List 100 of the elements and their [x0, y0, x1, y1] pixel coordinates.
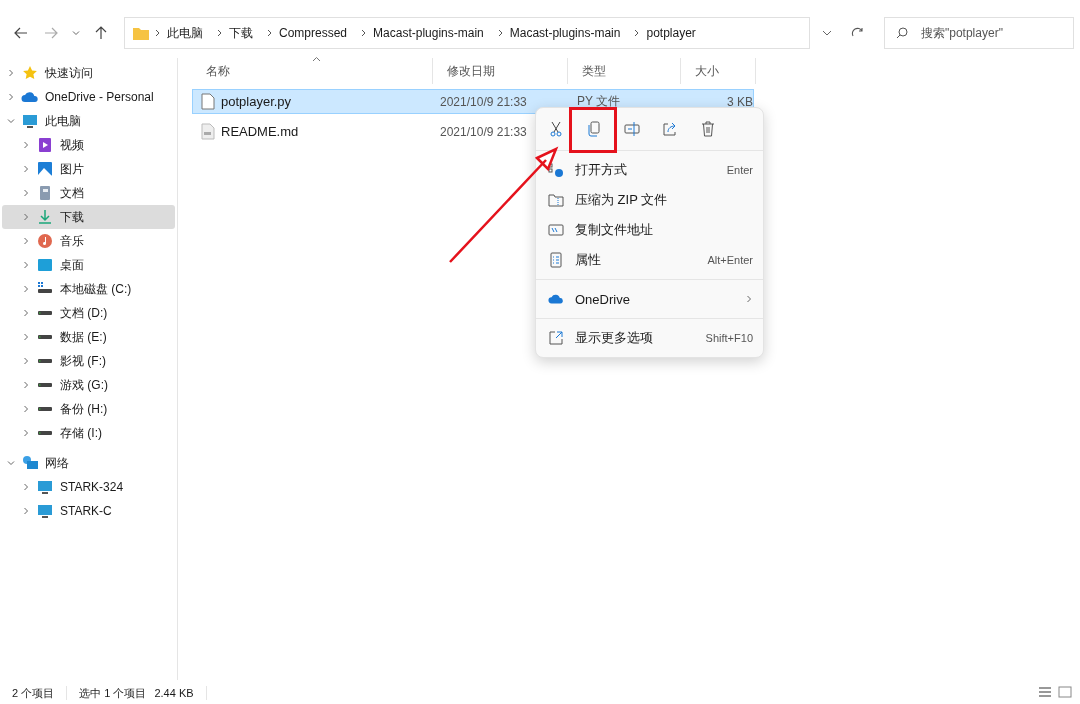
- chevron-right-icon[interactable]: [22, 309, 30, 317]
- sidebar-item[interactable]: 图片: [2, 157, 175, 181]
- chevron-right-icon[interactable]: [22, 381, 30, 389]
- search-icon: [896, 27, 908, 39]
- video-icon: [37, 137, 53, 153]
- sidebar-item[interactable]: 视频: [2, 133, 175, 157]
- chevron-right-icon[interactable]: [22, 189, 30, 197]
- column-header[interactable]: 修改日期: [433, 58, 568, 84]
- picture-icon: [37, 161, 53, 177]
- sidebar-item[interactable]: 备份 (H:): [2, 397, 175, 421]
- star-icon: [22, 65, 38, 81]
- selection-count: 选中 1 个项目: [79, 685, 147, 701]
- details-view-icon[interactable]: [1038, 686, 1052, 698]
- chevron-right-icon[interactable]: [22, 213, 30, 221]
- chevron-right-icon[interactable]: [22, 165, 30, 173]
- sidebar-item[interactable]: 数据 (E:): [2, 325, 175, 349]
- breadcrumb[interactable]: potplayer: [646, 26, 696, 40]
- chevron-down-icon: [72, 29, 80, 37]
- chevron-right-icon[interactable]: [22, 285, 30, 293]
- rename-icon: [624, 121, 640, 137]
- path-icon: [548, 222, 564, 238]
- music-icon: [37, 233, 53, 249]
- chevron-right-icon[interactable]: [22, 261, 30, 269]
- zip-folder-icon: [548, 192, 564, 208]
- chevron-right-icon: [155, 29, 161, 37]
- sidebar-item[interactable]: 文档: [2, 181, 175, 205]
- chevron-right-icon[interactable]: [22, 333, 30, 341]
- file-icon: [201, 123, 215, 140]
- chevron-right-icon[interactable]: [7, 69, 15, 77]
- monitor-icon: [37, 503, 53, 519]
- file-type: PY 文件: [577, 93, 621, 110]
- sort-caret-icon: [312, 56, 321, 62]
- sidebar-item[interactable]: STARK-C: [2, 499, 175, 523]
- sidebar-item[interactable]: STARK-324: [2, 475, 175, 499]
- item-count: 2 个项目: [12, 685, 55, 701]
- sidebar-item[interactable]: 网络: [2, 451, 175, 475]
- sidebar-item[interactable]: 快速访问: [2, 61, 175, 85]
- chevron-down-icon[interactable]: [7, 459, 15, 467]
- chevron-right-icon[interactable]: [7, 93, 15, 101]
- network-icon: [21, 455, 39, 471]
- cloud-icon: [21, 91, 39, 103]
- chevron-right-icon: [361, 29, 368, 37]
- apps-icon: [548, 162, 564, 178]
- computer-icon: [22, 113, 38, 129]
- breadcrumb[interactable]: 此电脑: [167, 24, 203, 42]
- share-icon: [662, 121, 678, 137]
- sidebar-item[interactable]: 下载: [2, 205, 175, 229]
- chevron-right-icon: [497, 29, 504, 37]
- tiles-view-icon[interactable]: [1058, 686, 1072, 698]
- chevron-down-icon[interactable]: [7, 117, 15, 125]
- chevron-right-icon[interactable]: [22, 237, 30, 245]
- chevron-right-icon[interactable]: [22, 357, 30, 365]
- trash-icon: [700, 121, 716, 137]
- breadcrumb[interactable]: 下载: [229, 24, 253, 42]
- sidebar-item[interactable]: 存储 (I:): [2, 421, 175, 445]
- menu-item[interactable]: 压缩为 ZIP 文件: [536, 185, 763, 215]
- column-header[interactable]: 类型: [568, 58, 681, 84]
- sidebar-item[interactable]: 游戏 (G:): [2, 373, 175, 397]
- sidebar-item[interactable]: 此电脑: [2, 109, 175, 133]
- sidebar-item[interactable]: 本地磁盘 (C:): [2, 277, 175, 301]
- sidebar-item[interactable]: 桌面: [2, 253, 175, 277]
- search-field[interactable]: 搜索"potplayer": [884, 17, 1074, 49]
- column-header[interactable]: 大小: [681, 58, 756, 84]
- file-row[interactable]: README.md 2021/10/9 21:33: [192, 119, 754, 144]
- sidebar-item[interactable]: OneDrive - Personal: [2, 85, 175, 109]
- desktop-icon: [37, 257, 53, 273]
- breadcrumb[interactable]: Macast-plugins-main: [373, 26, 484, 40]
- cloud-icon: [548, 293, 564, 305]
- folder-icon: [133, 26, 149, 40]
- sidebar-item[interactable]: 文档 (D:): [2, 301, 175, 325]
- copy-icon: [586, 121, 602, 137]
- file-name: README.md: [221, 124, 299, 139]
- chevron-right-icon[interactable]: [22, 405, 30, 413]
- chevron-right-icon[interactable]: [22, 483, 30, 491]
- file-icon: [201, 93, 215, 110]
- breadcrumb[interactable]: Macast-plugins-main: [509, 26, 621, 40]
- menu-item[interactable]: OneDrive: [536, 284, 763, 314]
- monitor-icon: [37, 479, 53, 495]
- chevron-right-icon[interactable]: [22, 507, 30, 515]
- breadcrumb[interactable]: Compressed: [279, 26, 348, 40]
- menu-item[interactable]: 显示更多选项 Shift+F10: [536, 323, 763, 353]
- open-external-icon: [548, 330, 564, 346]
- back-arrow-icon: [14, 27, 28, 39]
- column-header[interactable]: 名称: [192, 58, 433, 84]
- modified-date: 2021/10/9 21:33: [440, 94, 527, 109]
- sidebar-item[interactable]: 影视 (F:): [2, 349, 175, 373]
- sidebar-item[interactable]: 音乐: [2, 229, 175, 253]
- menu-item[interactable]: 属性 Alt+Enter: [536, 245, 763, 275]
- modified-date: 2021/10/9 21:33: [440, 124, 527, 139]
- menu-item[interactable]: 打开方式 Enter: [536, 155, 763, 185]
- chevron-right-icon[interactable]: [22, 141, 30, 149]
- chevron-right-icon: [634, 29, 641, 37]
- menu-item[interactable]: 复制文件地址: [536, 215, 763, 245]
- address-bar[interactable]: 此电脑 下载 Compressed Macast-plugins-main Macast-plugins-main potplayer: [124, 17, 810, 49]
- scissors-icon: [548, 121, 564, 137]
- selection-size: 2.44 KB: [154, 687, 194, 699]
- chevron-right-icon[interactable]: [22, 429, 30, 437]
- file-size: 3 KB: [727, 94, 753, 109]
- chevron-right-icon: [267, 29, 273, 37]
- properties-icon: [548, 252, 564, 268]
